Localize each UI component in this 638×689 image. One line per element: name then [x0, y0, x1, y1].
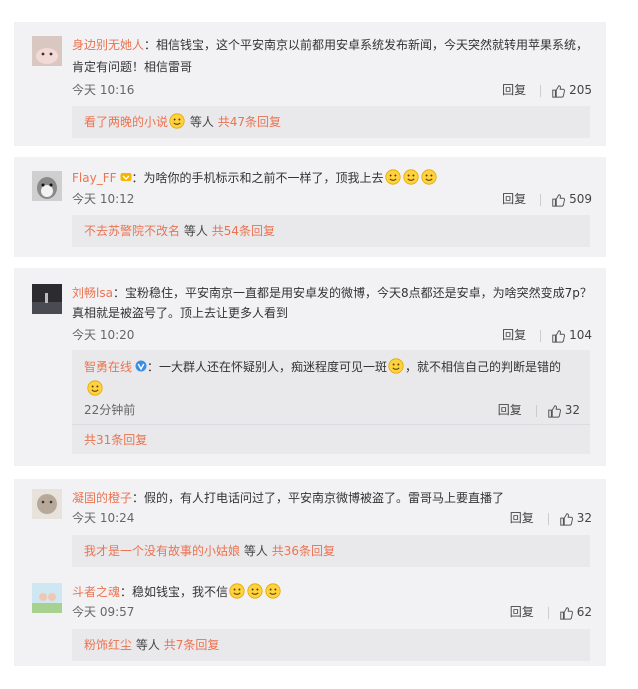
thumbs-up-icon[interactable]: [551, 84, 565, 98]
smiley-emoji-icon: [229, 583, 245, 599]
comment-actions: 回复 62: [510, 604, 592, 620]
nested-reply: 智勇在线 ：一大群人还在怀疑别人，痴迷程度可见一斑 ，就不相信自己的判断是错的 22…: [72, 350, 590, 454]
smiley-emoji-icon: [247, 583, 263, 599]
comment-actions: 回复 205: [502, 82, 592, 98]
comment-text-continued: 真相就是被盗号了。顶上去让更多人看到: [72, 306, 289, 320]
comment-card: 凝固的橙子：假的，有人打电话问过了，平安南京微博被盗了。雷哥马上要直播了 今天 …: [14, 479, 606, 666]
smiley-emoji-icon: [388, 358, 404, 374]
smiley-emoji-icon: [403, 169, 419, 185]
divider: [72, 424, 590, 425]
like-count: 62: [576, 605, 592, 619]
reply-button[interactable]: 回复: [498, 402, 522, 418]
comment-time: 今天 10:20: [72, 328, 135, 342]
like-count: 509: [569, 192, 592, 206]
comment-time: 今天 09:57: [72, 605, 135, 619]
comment-actions: 回复 509: [502, 191, 592, 207]
user-name[interactable]: 斗者之魂: [72, 585, 120, 599]
comment-text-continued: 肯定有问题！相信雷哥: [72, 60, 193, 74]
reply-user-link[interactable]: 不去苏警院不改名: [84, 224, 180, 238]
replies-summary[interactable]: 粉饰红尘 等人 共7条回复: [72, 629, 590, 661]
reply-button[interactable]: 回复: [502, 82, 526, 98]
member-badge-icon: [120, 173, 131, 181]
replies-summary[interactable]: 不去苏警院不改名 等人 共54条回复: [72, 215, 590, 247]
user-name[interactable]: 刘畅lsa: [72, 286, 113, 300]
comment-text: 凝固的橙子：假的，有人打电话问过了，平安南京微博被盗了。雷哥马上要直播了: [72, 491, 505, 505]
comment-card: 身边别无她人：相信钱宝，这个平安南京以前都用安卓系统发布新闻，今天突然就转用苹果…: [14, 22, 606, 146]
comment-actions: 回复 104: [502, 327, 592, 343]
thumbs-up-icon[interactable]: [559, 512, 573, 526]
view-replies-link[interactable]: 共36条回复: [272, 544, 335, 558]
reply-user-link[interactable]: 粉饰红尘: [84, 638, 132, 652]
reply-user-link[interactable]: 我才是一个没有故事的小姑娘: [84, 544, 240, 558]
nested-reply-time: 22分钟前: [84, 403, 136, 417]
reply-button[interactable]: 回复: [510, 510, 534, 526]
replies-summary[interactable]: 我才是一个没有故事的小姑娘 等人 共36条回复: [72, 535, 590, 567]
comment-text: Flay_FF ：为啥你的手机标示和之前不一样了，顶我上去: [72, 169, 590, 187]
view-replies-link[interactable]: 共7条回复: [164, 638, 220, 652]
view-replies-link[interactable]: 共31条回复: [84, 432, 147, 448]
avatar[interactable]: [32, 583, 62, 613]
nested-reply-actions: 回复 32: [498, 402, 580, 418]
thumbs-up-icon[interactable]: [559, 606, 573, 620]
comment-text: 身边别无她人：相信钱宝，这个平安南京以前都用安卓系统发布新闻，今天突然就转用苹果…: [72, 38, 589, 52]
user-name[interactable]: 身边别无她人: [72, 38, 144, 52]
comment-time: 今天 10:16: [72, 83, 135, 97]
avatar[interactable]: [32, 36, 62, 66]
smiley-emoji-icon: [265, 583, 281, 599]
user-name[interactable]: 凝固的橙子: [72, 491, 132, 505]
avatar[interactable]: [32, 284, 62, 314]
smiley-emoji-icon: [87, 380, 103, 396]
comment-time: 今天 10:12: [72, 192, 135, 206]
nested-reply-text: 智勇在线 ：一大群人还在怀疑别人，痴迷程度可见一斑 ，就不相信自己的判断是错的: [84, 358, 562, 374]
thumbs-up-icon[interactable]: [551, 193, 565, 207]
comment-text: 刘畅lsa：宝粉稳住，平安南京一直都是用安卓发的微博，今天8点都还是安卓，为啥突…: [72, 286, 592, 300]
smiley-emoji-icon: [169, 113, 185, 129]
like-count: 205: [569, 83, 592, 97]
comment-text: 斗者之魂：稳如钱宝，我不信: [72, 583, 590, 601]
comment-card: Flay_FF ：为啥你的手机标示和之前不一样了，顶我上去 今天 10:12 回复…: [14, 157, 606, 257]
like-count: 32: [564, 403, 580, 417]
avatar[interactable]: [32, 489, 62, 519]
smiley-emoji-icon: [421, 169, 437, 185]
view-replies-link[interactable]: 共54条回复: [212, 224, 275, 238]
like-count: 104: [569, 328, 592, 342]
comment-card: 刘畅lsa：宝粉稳住，平安南京一直都是用安卓发的微博，今天8点都还是安卓，为啥突…: [14, 268, 606, 466]
verified-v-icon: [135, 360, 147, 372]
comment-actions: 回复 32: [510, 510, 592, 526]
view-replies-link[interactable]: 共47条回复: [218, 115, 281, 129]
replies-summary[interactable]: 看了两晚的小说 等人 共47条回复: [72, 106, 590, 138]
reply-button[interactable]: 回复: [502, 191, 526, 207]
comment-time: 今天 10:24: [72, 511, 135, 525]
thumbs-up-icon[interactable]: [551, 329, 565, 343]
thumbs-up-icon[interactable]: [547, 404, 561, 418]
user-name[interactable]: Flay_FF: [72, 171, 117, 185]
smiley-emoji-icon: [385, 169, 401, 185]
like-count: 32: [576, 511, 592, 525]
reply-button[interactable]: 回复: [510, 604, 534, 620]
reply-user-link[interactable]: 看了两晚的小说: [84, 115, 168, 129]
reply-user-link[interactable]: 智勇在线: [84, 360, 132, 374]
avatar[interactable]: [32, 171, 62, 201]
reply-button[interactable]: 回复: [502, 327, 526, 343]
